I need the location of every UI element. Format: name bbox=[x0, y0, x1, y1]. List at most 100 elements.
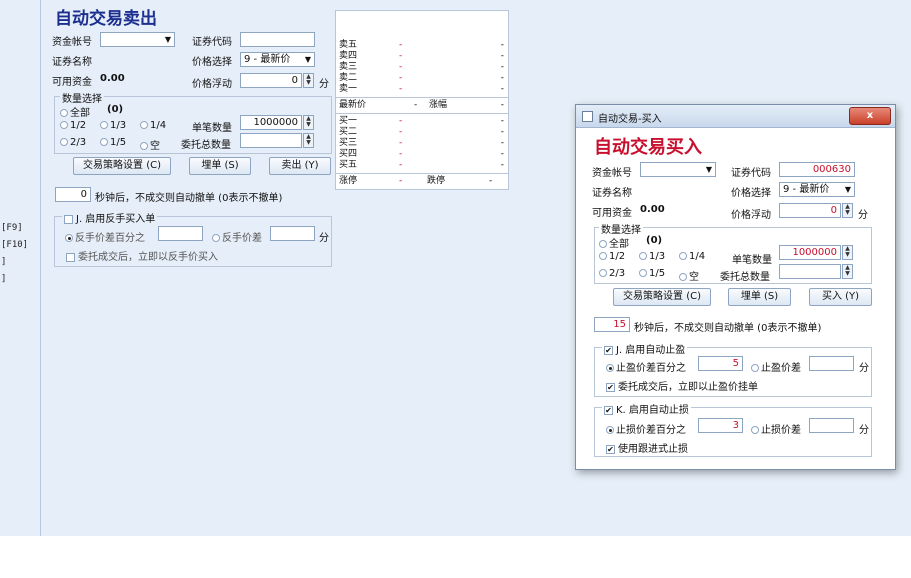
buy-sl-diff-input[interactable] bbox=[809, 418, 854, 433]
quote-limit-up-value: - bbox=[399, 176, 403, 186]
sell-qty-all-option[interactable]: 全部 bbox=[60, 104, 90, 119]
sell-pending-button[interactable]: 埋单 (S) bbox=[189, 157, 251, 175]
arrow-down-icon[interactable]: ▼ bbox=[843, 271, 852, 277]
sell-total-qty-spinner[interactable]: ▲ ▼ bbox=[303, 133, 314, 148]
buy-cancel-seconds-input[interactable]: 15 bbox=[594, 317, 630, 332]
sell-qty-fifth-option[interactable]: 1/5 bbox=[100, 137, 126, 148]
buy-qty-empty-option[interactable]: 空 bbox=[679, 268, 699, 283]
buy-sl-unit: 分 bbox=[859, 425, 869, 436]
quote-limit-down-value: - bbox=[489, 176, 493, 186]
sell-single-qty-label: 单笔数量 bbox=[192, 123, 232, 134]
sell-funds-value: 0.00 bbox=[100, 73, 125, 84]
checkmark-icon: ✔ bbox=[606, 382, 615, 392]
buy-price-select[interactable]: 9 - 最新价 ▼ bbox=[779, 182, 855, 197]
buy-total-qty-spinner[interactable]: ▲ ▼ bbox=[842, 264, 853, 279]
sell-reverse-diff-option[interactable]: 反手价差 bbox=[212, 229, 262, 244]
quote-limit-up-label: 涨停 bbox=[339, 176, 358, 186]
arrow-down-icon[interactable]: ▼ bbox=[843, 210, 852, 216]
sell-account-select[interactable]: ▼ bbox=[100, 32, 175, 47]
buy-pending-button[interactable]: 埋单 (S) bbox=[728, 288, 791, 306]
buy-qty-quarter-option[interactable]: 1/4 bbox=[679, 251, 705, 262]
buy-tp-pct-option[interactable]: 止盈价差百分之 bbox=[606, 359, 686, 374]
buy-tp-diff-input[interactable] bbox=[809, 356, 854, 371]
buy-tp-diff-option[interactable]: 止盈价差 bbox=[751, 359, 801, 374]
buy-strategy-button[interactable]: 交易策略设置 (C) bbox=[613, 288, 711, 306]
sell-float-input[interactable]: 0 bbox=[240, 73, 302, 88]
sell-qty-twothirds-option[interactable]: 2/3 bbox=[60, 137, 86, 148]
buy-float-unit: 分 bbox=[858, 210, 868, 221]
buy-qty-fifth-option[interactable]: 1/5 bbox=[639, 268, 665, 279]
buy-tp-after-checkbox[interactable]: ✔ 委托成交后，立即以止盈价挂单 bbox=[606, 378, 758, 393]
sell-qty-all-value: (0) bbox=[107, 104, 124, 115]
buy-submit-button[interactable]: 买入 (Y) bbox=[809, 288, 872, 306]
buy-qty-all-option[interactable]: 全部 bbox=[599, 235, 629, 250]
buy-sl-trailing-checkbox[interactable]: ✔ 使用跟进式止损 bbox=[606, 440, 688, 455]
sell-float-spinner[interactable]: ▲ ▼ bbox=[303, 73, 314, 88]
buy-dialog-titlebar[interactable]: 自动交易-买入 x bbox=[576, 105, 895, 128]
sell-account-label: 资金帐号 bbox=[52, 37, 92, 48]
arrow-down-icon[interactable]: ▼ bbox=[304, 122, 313, 128]
sell-reverse-toggle[interactable]: J. 启用反手买入单 bbox=[62, 210, 158, 225]
sell-total-qty-input[interactable] bbox=[240, 133, 302, 148]
quote-bid-vol: - bbox=[500, 116, 504, 126]
buy-float-input[interactable]: 0 bbox=[779, 203, 841, 218]
left-bracket-1: ] bbox=[1, 257, 7, 267]
buy-account-label: 资金帐号 bbox=[592, 168, 632, 179]
buy-sl-pct-input[interactable]: 3 bbox=[698, 418, 743, 433]
sell-code-input[interactable] bbox=[240, 32, 315, 47]
chevron-down-icon: ▼ bbox=[304, 55, 311, 64]
sell-reverse-unit: 分 bbox=[319, 233, 329, 244]
quote-bid-price: - bbox=[399, 160, 403, 170]
quote-bid-vol: - bbox=[500, 160, 504, 170]
arrow-down-icon[interactable]: ▼ bbox=[843, 252, 852, 258]
sell-qty-half-option[interactable]: 1/2 bbox=[60, 120, 86, 131]
quote-bid-name: 买二 bbox=[339, 127, 358, 137]
buy-qty-half-option[interactable]: 1/2 bbox=[599, 251, 625, 262]
sell-reverse-pct-option[interactable]: 反手价差百分之 bbox=[65, 229, 145, 244]
buy-stoploss-toggle[interactable]: ✔ K. 启用自动止损 bbox=[602, 401, 691, 416]
close-icon[interactable]: x bbox=[849, 107, 891, 125]
buy-single-qty-input[interactable]: 1000000 bbox=[779, 245, 841, 260]
sell-page-title: 自动交易卖出 bbox=[55, 9, 157, 29]
sell-qty-empty-option[interactable]: 空 bbox=[140, 137, 160, 152]
buy-sl-diff-option[interactable]: 止损价差 bbox=[751, 421, 801, 436]
buy-code-input[interactable]: 000630 bbox=[779, 162, 855, 177]
buy-float-spinner[interactable]: ▲ ▼ bbox=[842, 203, 853, 218]
buy-sl-pct-option[interactable]: 止损价差百分之 bbox=[606, 421, 686, 436]
sell-strategy-button[interactable]: 交易策略设置 (C) bbox=[73, 157, 171, 175]
buy-tp-unit: 分 bbox=[859, 363, 869, 374]
buy-tp-pct-input[interactable]: 5 bbox=[698, 356, 743, 371]
quote-change-label: 涨幅 bbox=[429, 100, 448, 110]
sell-single-qty-input[interactable]: 1000000 bbox=[240, 115, 302, 130]
sell-single-qty-spinner[interactable]: ▲ ▼ bbox=[303, 115, 314, 130]
quote-ask-name: 卖一 bbox=[339, 84, 358, 94]
buy-total-qty-input[interactable] bbox=[779, 264, 841, 279]
quote-limit-down-label: 跌停 bbox=[427, 176, 446, 186]
arrow-down-icon[interactable]: ▼ bbox=[304, 140, 313, 146]
sell-price-select-label: 价格选择 bbox=[192, 57, 232, 68]
sell-submit-button[interactable]: 卖出 (Y) bbox=[269, 157, 331, 175]
buy-takeprofit-toggle[interactable]: ✔ J. 启用自动止盈 bbox=[602, 341, 688, 356]
sell-qty-quarter-option[interactable]: 1/4 bbox=[140, 120, 166, 131]
quote-ask-price: - bbox=[399, 62, 403, 72]
sell-total-qty-label: 委托总数量 bbox=[181, 140, 231, 151]
sell-cancel-seconds-input[interactable]: 0 bbox=[55, 187, 91, 202]
sell-price-select[interactable]: 9 - 最新价 ▼ bbox=[240, 52, 315, 67]
sell-qty-group-title: 数量选择 bbox=[60, 90, 104, 105]
quote-bid-name: 买三 bbox=[339, 138, 358, 148]
radio-icon bbox=[599, 269, 607, 277]
buy-qty-third-option[interactable]: 1/3 bbox=[639, 251, 665, 262]
sell-reverse-after-checkbox[interactable]: 委托成交后，立即以反手价买入 bbox=[66, 248, 218, 263]
buy-code-label: 证券代码 bbox=[731, 168, 771, 179]
sell-reverse-pct-input[interactable] bbox=[158, 226, 203, 241]
buy-account-select[interactable]: ▼ bbox=[640, 162, 716, 177]
arrow-down-icon[interactable]: ▼ bbox=[304, 80, 313, 86]
quote-change-value: - bbox=[500, 100, 504, 110]
buy-qty-twothirds-option[interactable]: 2/3 bbox=[599, 268, 625, 279]
quote-bid-name: 买五 bbox=[339, 160, 358, 170]
buy-page-title: 自动交易买入 bbox=[594, 137, 702, 158]
buy-single-qty-spinner[interactable]: ▲ ▼ bbox=[842, 245, 853, 260]
sell-qty-third-option[interactable]: 1/3 bbox=[100, 120, 126, 131]
quote-bid-vol: - bbox=[500, 127, 504, 137]
sell-reverse-diff-input[interactable] bbox=[270, 226, 315, 241]
